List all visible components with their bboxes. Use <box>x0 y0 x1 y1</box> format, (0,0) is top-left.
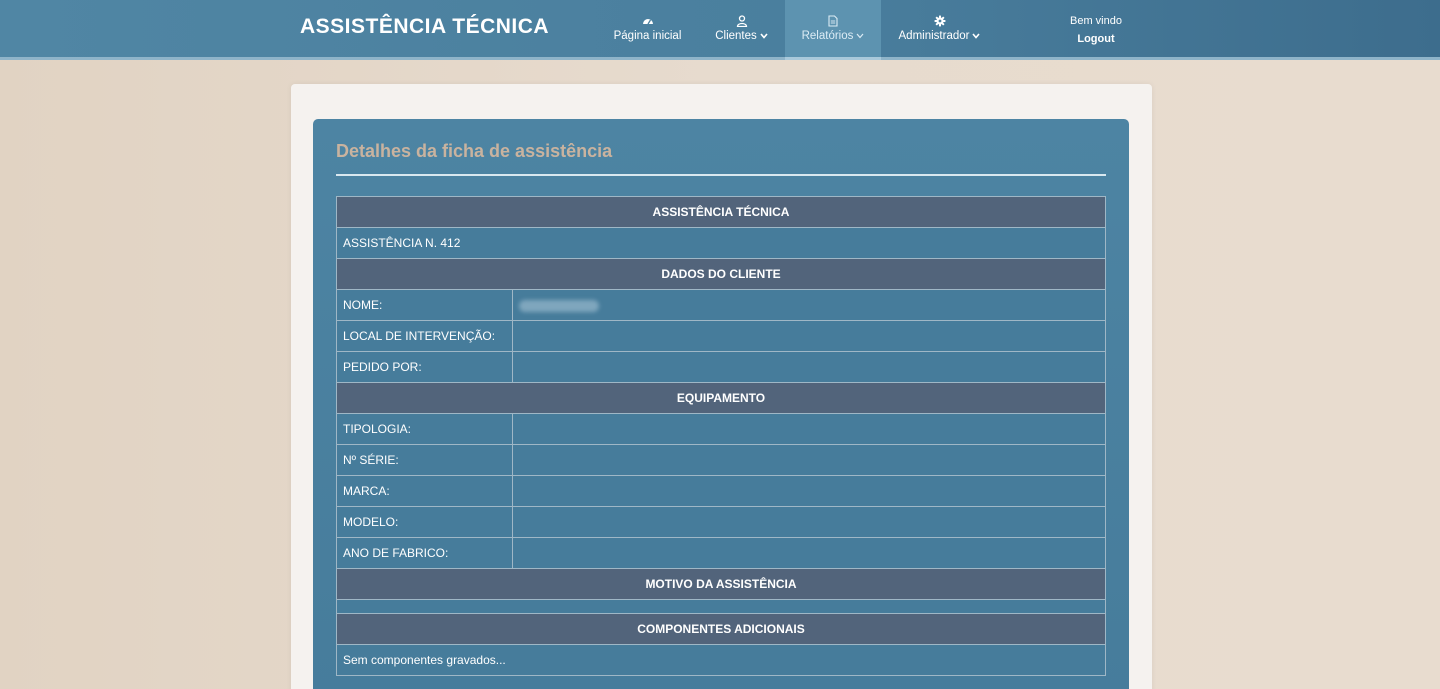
nav-item-relatorios[interactable]: Relatórios <box>785 0 881 60</box>
field-value-tipologia <box>512 413 1106 445</box>
table-row: ANO DE FABRICO: <box>336 537 1106 569</box>
chevron-down-icon <box>972 33 981 39</box>
nav-item-clientes[interactable]: Clientes <box>705 0 778 57</box>
details-card: Detalhes da ficha de assistência ASSISTÊ… <box>313 119 1129 689</box>
field-label-marca: MARCA: <box>336 475 513 507</box>
table-row: ASSISTÊNCIA N. 412 <box>336 227 1106 259</box>
table-row: DADOS DO CLIENTE <box>336 258 1106 290</box>
table-row: MARCA: <box>336 475 1106 507</box>
nav-label-home: Página inicial <box>613 30 682 42</box>
table-row: COMPONENTES ADICIONAIS <box>336 613 1106 645</box>
components-empty-message: Sem componentes gravados... <box>336 644 1106 676</box>
field-value-serie <box>512 444 1106 476</box>
table-row: LOCAL DE INTERVENÇÃO: <box>336 320 1106 352</box>
table-row: MODELO: <box>336 506 1106 538</box>
table-row: PEDIDO POR: <box>336 351 1106 383</box>
table-row: TIPOLOGIA: <box>336 413 1106 445</box>
table-row: ASSISTÊNCIA TÉCNICA <box>336 196 1106 228</box>
top-navbar: ASSISTÊNCIA TÉCNICA Página inicial Clien… <box>0 0 1440 60</box>
dashboard-icon <box>642 19 653 25</box>
logout-link[interactable]: Logout <box>1056 30 1136 48</box>
field-value-nome <box>512 289 1106 321</box>
nav-item-home[interactable]: Página inicial <box>605 0 690 57</box>
field-value-modelo <box>512 506 1106 538</box>
reason-value <box>336 599 1106 614</box>
field-label-pedido: PEDIDO POR: <box>336 351 513 383</box>
field-label-tipologia: TIPOLOGIA: <box>336 413 513 445</box>
table-row: Nº SÉRIE: <box>336 444 1106 476</box>
section-header-components: COMPONENTES ADICIONAIS <box>336 613 1106 645</box>
section-header-client: DADOS DO CLIENTE <box>336 258 1106 290</box>
brand-title[interactable]: ASSISTÊNCIA TÉCNICA <box>300 15 549 39</box>
nav-item-administrador[interactable]: Administrador <box>893 0 986 57</box>
table-row: NOME: <box>336 289 1106 321</box>
file-icon <box>828 15 838 27</box>
nav-label-clientes: Clientes <box>715 30 757 42</box>
field-value-local <box>512 320 1106 352</box>
nav-label-relatorios: Relatórios <box>801 30 854 42</box>
table-row: Sem componentes gravados... <box>336 644 1106 676</box>
field-label-nome: NOME: <box>336 289 513 321</box>
table-row: MOTIVO DA ASSISTÊNCIA <box>336 568 1106 600</box>
field-label-serie: Nº SÉRIE: <box>336 444 513 476</box>
field-value-marca <box>512 475 1106 507</box>
section-header-main: ASSISTÊNCIA TÉCNICA <box>336 196 1106 228</box>
table-row: EQUIPAMENTO <box>336 382 1106 414</box>
chevron-down-icon <box>856 33 864 39</box>
section-header-equipment: EQUIPAMENTO <box>336 382 1106 414</box>
field-label-ano: ANO DE FABRICO: <box>336 537 513 569</box>
title-divider <box>336 174 1106 176</box>
nav-label-administrador: Administrador <box>898 30 970 42</box>
details-table: ASSISTÊNCIA TÉCNICA ASSISTÊNCIA N. 412 D… <box>336 196 1106 676</box>
user-box: Bem vindo Logout <box>1056 12 1136 48</box>
user-icon <box>736 15 747 27</box>
field-value-ano <box>512 537 1106 569</box>
page-title: Detalhes da ficha de assistência <box>336 141 613 161</box>
welcome-text: Bem vindo <box>1070 15 1122 27</box>
table-row <box>336 599 1106 614</box>
field-label-local: LOCAL DE INTERVENÇÃO: <box>336 320 513 352</box>
field-label-modelo: MODELO: <box>336 506 513 538</box>
gear-icon <box>934 15 945 27</box>
chevron-down-icon <box>760 33 768 39</box>
section-header-reason: MOTIVO DA ASSISTÊNCIA <box>336 568 1106 600</box>
redacted-value <box>519 299 599 312</box>
assistance-number: ASSISTÊNCIA N. 412 <box>336 227 1106 259</box>
field-value-pedido <box>512 351 1106 383</box>
